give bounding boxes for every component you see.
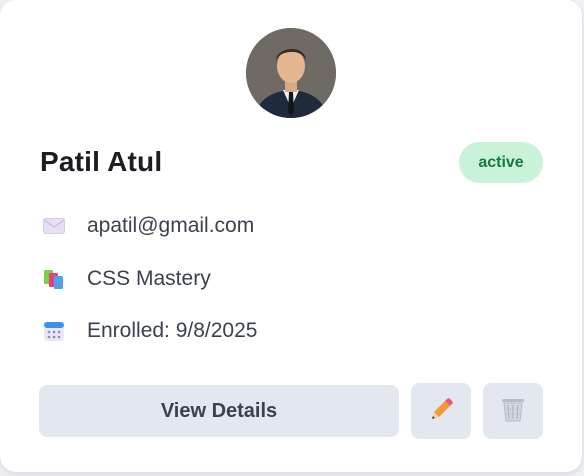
edit-button[interactable] [411, 383, 471, 439]
course-text: CSS Mastery [87, 267, 211, 290]
pencil-icon [428, 397, 454, 426]
student-card: Patil Atul active apatil@gmail.com CSS M… [0, 0, 582, 472]
calendar-icon [43, 320, 65, 342]
envelope-icon [43, 215, 65, 237]
delete-button[interactable] [483, 383, 543, 439]
enrolled-row: Enrolled: 9/8/2025 [43, 319, 257, 343]
avatar [246, 28, 336, 118]
enrolled-date-text: Enrolled: 9/8/2025 [87, 319, 258, 342]
view-details-button[interactable]: View Details [39, 385, 399, 437]
email-row: apatil@gmail.com [43, 214, 254, 238]
status-badge: active [459, 142, 543, 183]
course-row: CSS Mastery [43, 267, 211, 291]
student-name: Patil Atul [40, 146, 163, 177]
books-icon [43, 268, 65, 290]
wastebasket-icon [501, 397, 525, 426]
email-text: apatil@gmail.com [87, 214, 255, 237]
